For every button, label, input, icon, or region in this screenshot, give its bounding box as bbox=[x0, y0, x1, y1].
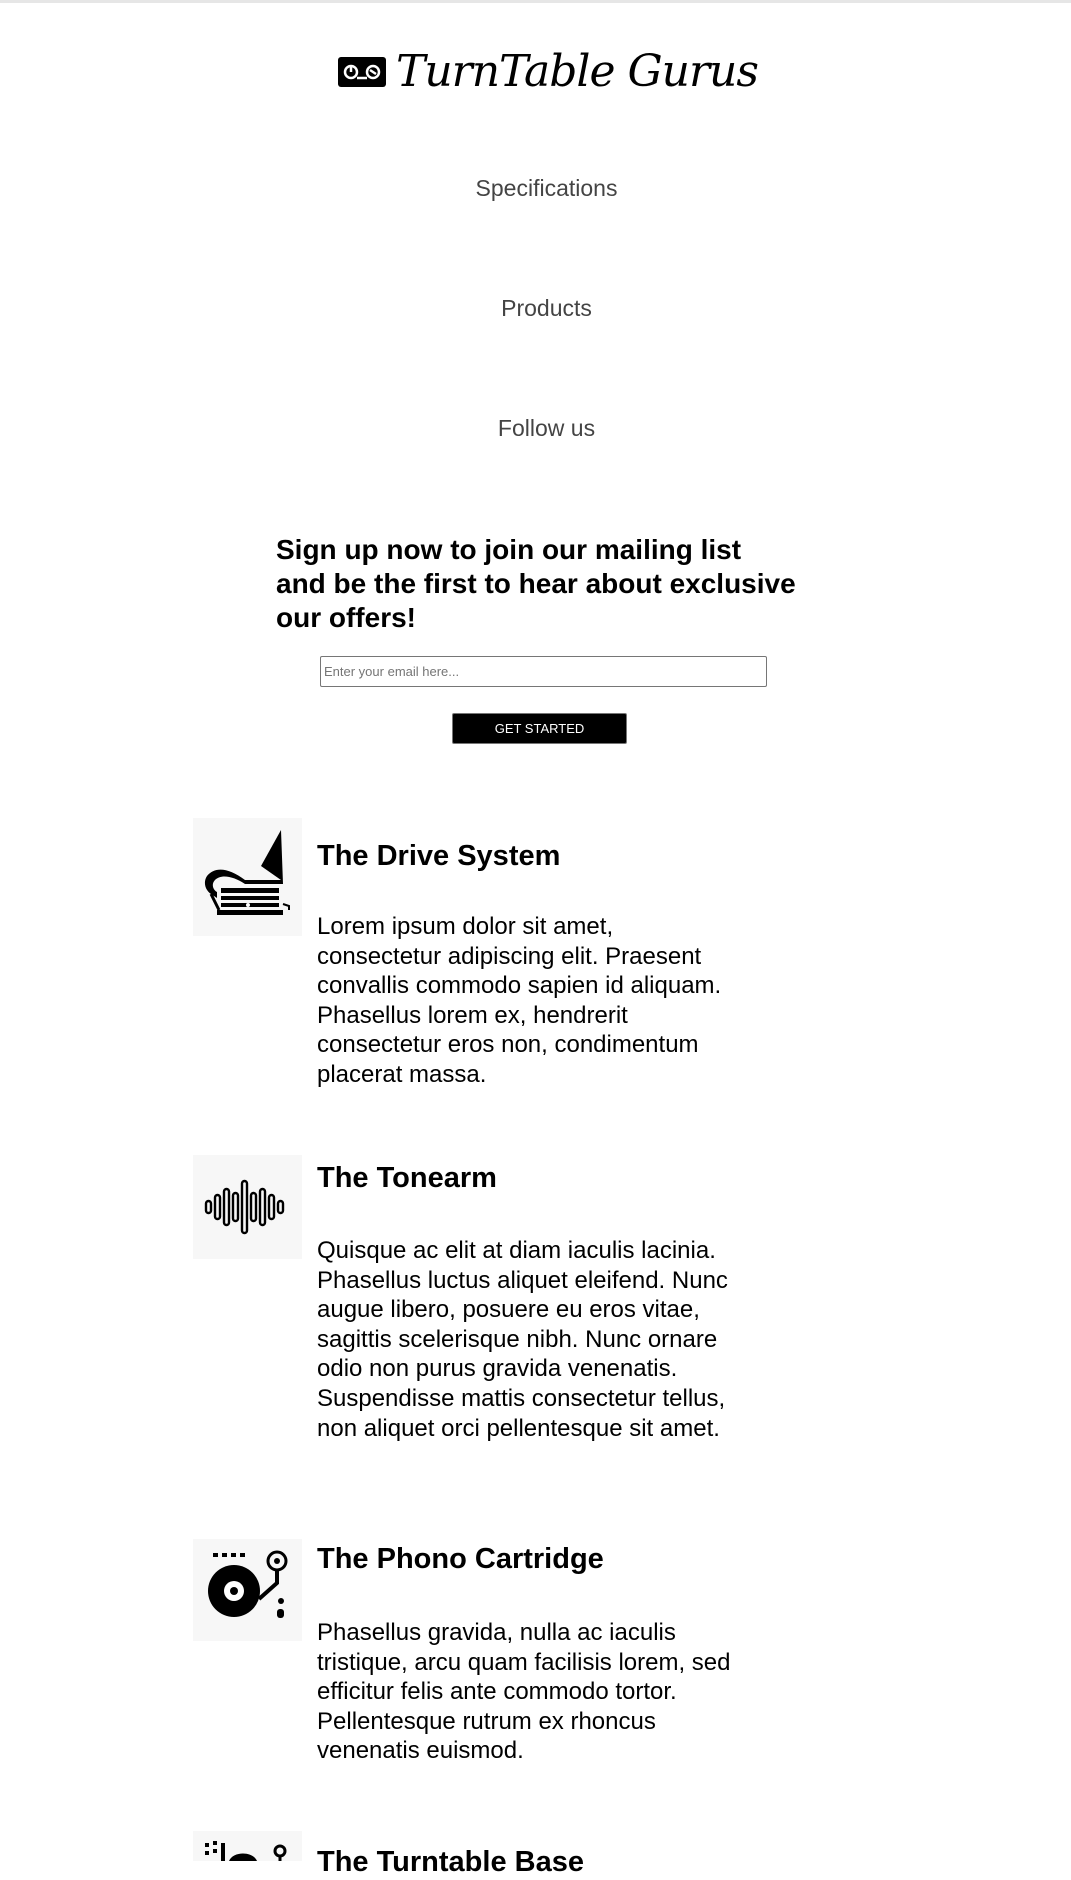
nav-link-products[interactable]: Products bbox=[0, 293, 1071, 323]
brand-logo-link[interactable]: TurnTable Gurus bbox=[338, 42, 759, 102]
get-started-button[interactable]: Get Started bbox=[452, 713, 627, 744]
sound-wave-icon bbox=[204, 1179, 285, 1235]
feature-title: The Tonearm bbox=[317, 1162, 497, 1194]
gramophone-icon bbox=[204, 830, 290, 915]
feature-text: Lorem ipsum dolor sit amet, consectetur … bbox=[317, 913, 722, 1088]
top-border bbox=[0, 0, 1071, 3]
feature-icon-tile bbox=[193, 1831, 302, 1861]
feature-title: The Turntable Base bbox=[317, 1846, 584, 1878]
nav-link-specifications[interactable]: Specifications bbox=[0, 173, 1071, 203]
dj-mixer-icon bbox=[205, 1841, 287, 1861]
feature-title: The Phono Cartridge bbox=[317, 1543, 604, 1575]
feature-text: Quisque ac elit at diam iaculis lacinia.… bbox=[317, 1237, 728, 1442]
feature-title: The Drive System bbox=[317, 840, 561, 872]
feature-icon-tile bbox=[193, 818, 302, 936]
feature-text: Phasellus gravida, nulla ac iaculis tris… bbox=[317, 1619, 731, 1765]
brand-name: TurnTable Gurus bbox=[396, 46, 759, 97]
turntable-icon bbox=[208, 1550, 288, 1618]
signup-heading: Sign up now to join our mailing list and… bbox=[276, 534, 796, 633]
feature-icon-tile bbox=[193, 1155, 302, 1259]
nav-link-follow-us[interactable]: Follow us bbox=[0, 413, 1071, 443]
feature-icon-tile bbox=[193, 1539, 302, 1641]
email-input[interactable] bbox=[320, 656, 767, 687]
cassette-tape-icon bbox=[338, 57, 386, 87]
